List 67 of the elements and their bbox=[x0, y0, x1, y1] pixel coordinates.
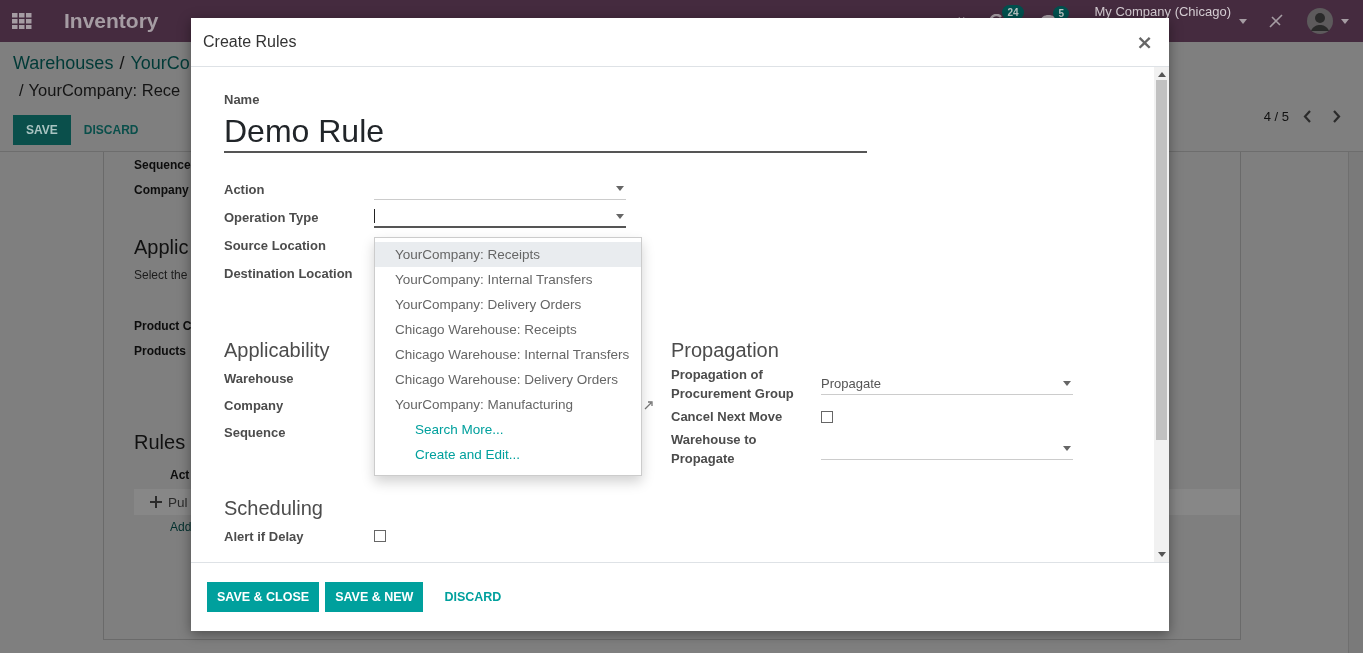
field-label: Warehouse bbox=[224, 370, 295, 388]
dropdown-option[interactable]: YourCompany: Delivery Orders bbox=[375, 292, 641, 317]
field-label: Name bbox=[224, 92, 261, 107]
field-label: Company bbox=[224, 397, 285, 415]
section-title: Rules bbox=[134, 430, 186, 455]
app-title: Inventory bbox=[64, 9, 159, 33]
checkbox[interactable] bbox=[374, 530, 386, 542]
save-button[interactable]: SAVE bbox=[13, 115, 71, 145]
field-label: Warehouse to Propagate bbox=[671, 431, 758, 468]
field-label: Source Location bbox=[224, 236, 327, 255]
dropdown-option[interactable]: YourCompany: Manufacturing bbox=[375, 392, 641, 417]
previous-icon[interactable] bbox=[1303, 110, 1312, 123]
caret-icon bbox=[1239, 18, 1247, 24]
drag-handle-icon[interactable] bbox=[150, 496, 162, 508]
dropdown-option[interactable]: YourCompany: Internal Transfers bbox=[375, 267, 641, 292]
breadcrumb-item[interactable]: Warehouses bbox=[13, 53, 114, 79]
section-title: Propagation bbox=[671, 338, 779, 363]
field-label: Cancel Next Move bbox=[671, 408, 784, 426]
field-label: Sequence bbox=[134, 157, 191, 174]
section-title: Applic bbox=[134, 235, 189, 260]
caret-icon bbox=[1341, 18, 1349, 24]
field-label: Sequence bbox=[224, 424, 287, 442]
field-label: Propagation of Procurement Group bbox=[671, 366, 795, 403]
breadcrumb-item: YourCompany: Rece bbox=[28, 81, 181, 101]
breadcrumb-separator: / bbox=[19, 81, 24, 101]
select-field[interactable] bbox=[374, 206, 626, 228]
add-line-link[interactable]: Add bbox=[170, 517, 192, 537]
field-label: Products bbox=[134, 343, 186, 360]
field-label: Alert if Delay bbox=[224, 527, 305, 546]
field-label: Operation Type bbox=[224, 208, 320, 227]
select-field[interactable]: Propagate bbox=[821, 373, 1073, 395]
scroll-up-icon[interactable] bbox=[1157, 72, 1166, 77]
caret-icon bbox=[1063, 381, 1071, 386]
pager-value: 4 / 5 bbox=[1263, 109, 1289, 124]
dropdown-option[interactable]: YourCompany: Receipts bbox=[375, 242, 641, 267]
save-button[interactable]: SAVE & CLOSE bbox=[207, 582, 320, 612]
checkbox[interactable] bbox=[821, 410, 833, 423]
close-button[interactable]: × bbox=[1132, 30, 1157, 54]
dialog-title: Create Rules bbox=[203, 33, 297, 51]
section-title: Scheduling bbox=[224, 496, 323, 521]
scroll-down-icon[interactable] bbox=[1157, 552, 1166, 557]
field-label: Product C bbox=[134, 318, 192, 335]
dropdown-option[interactable]: Chicago Warehouse: Receipts bbox=[375, 317, 641, 342]
dropdown-option[interactable]: Chicago Warehouse: Delivery Orders bbox=[375, 367, 641, 392]
section-hint: Select the bbox=[134, 267, 188, 284]
breadcrumb-item[interactable]: YourCo bbox=[130, 53, 190, 79]
field-label: Action bbox=[224, 180, 266, 199]
column-header: Act bbox=[170, 467, 190, 484]
dropdown-option[interactable]: Chicago Warehouse: Internal Transfers bbox=[375, 342, 641, 367]
company-switcher[interactable]: My Company (Chicago) bbox=[1094, 5, 1231, 18]
name-field[interactable]: Demo Rule bbox=[224, 111, 867, 153]
next-icon[interactable] bbox=[1332, 110, 1341, 123]
caret-icon bbox=[616, 186, 624, 191]
caret-icon bbox=[1063, 446, 1071, 451]
dropdown-action[interactable]: Create and Edit... bbox=[375, 442, 641, 467]
external-link-icon[interactable] bbox=[644, 401, 653, 410]
section-title: Applicability bbox=[224, 338, 330, 363]
caret-icon bbox=[616, 213, 624, 219]
save-button[interactable]: SAVE & NEW bbox=[325, 582, 424, 612]
scrollbar[interactable] bbox=[1154, 67, 1169, 562]
dropdown-action[interactable]: Search More... bbox=[375, 417, 641, 442]
tools-icon[interactable] bbox=[1269, 14, 1283, 28]
field-label: Company bbox=[134, 182, 189, 199]
discard-button[interactable]: DISCARD bbox=[434, 582, 512, 612]
field-label: Destination Location bbox=[224, 264, 354, 283]
breadcrumb-separator: / bbox=[119, 53, 125, 75]
apps-menu-icon[interactable] bbox=[12, 13, 32, 29]
